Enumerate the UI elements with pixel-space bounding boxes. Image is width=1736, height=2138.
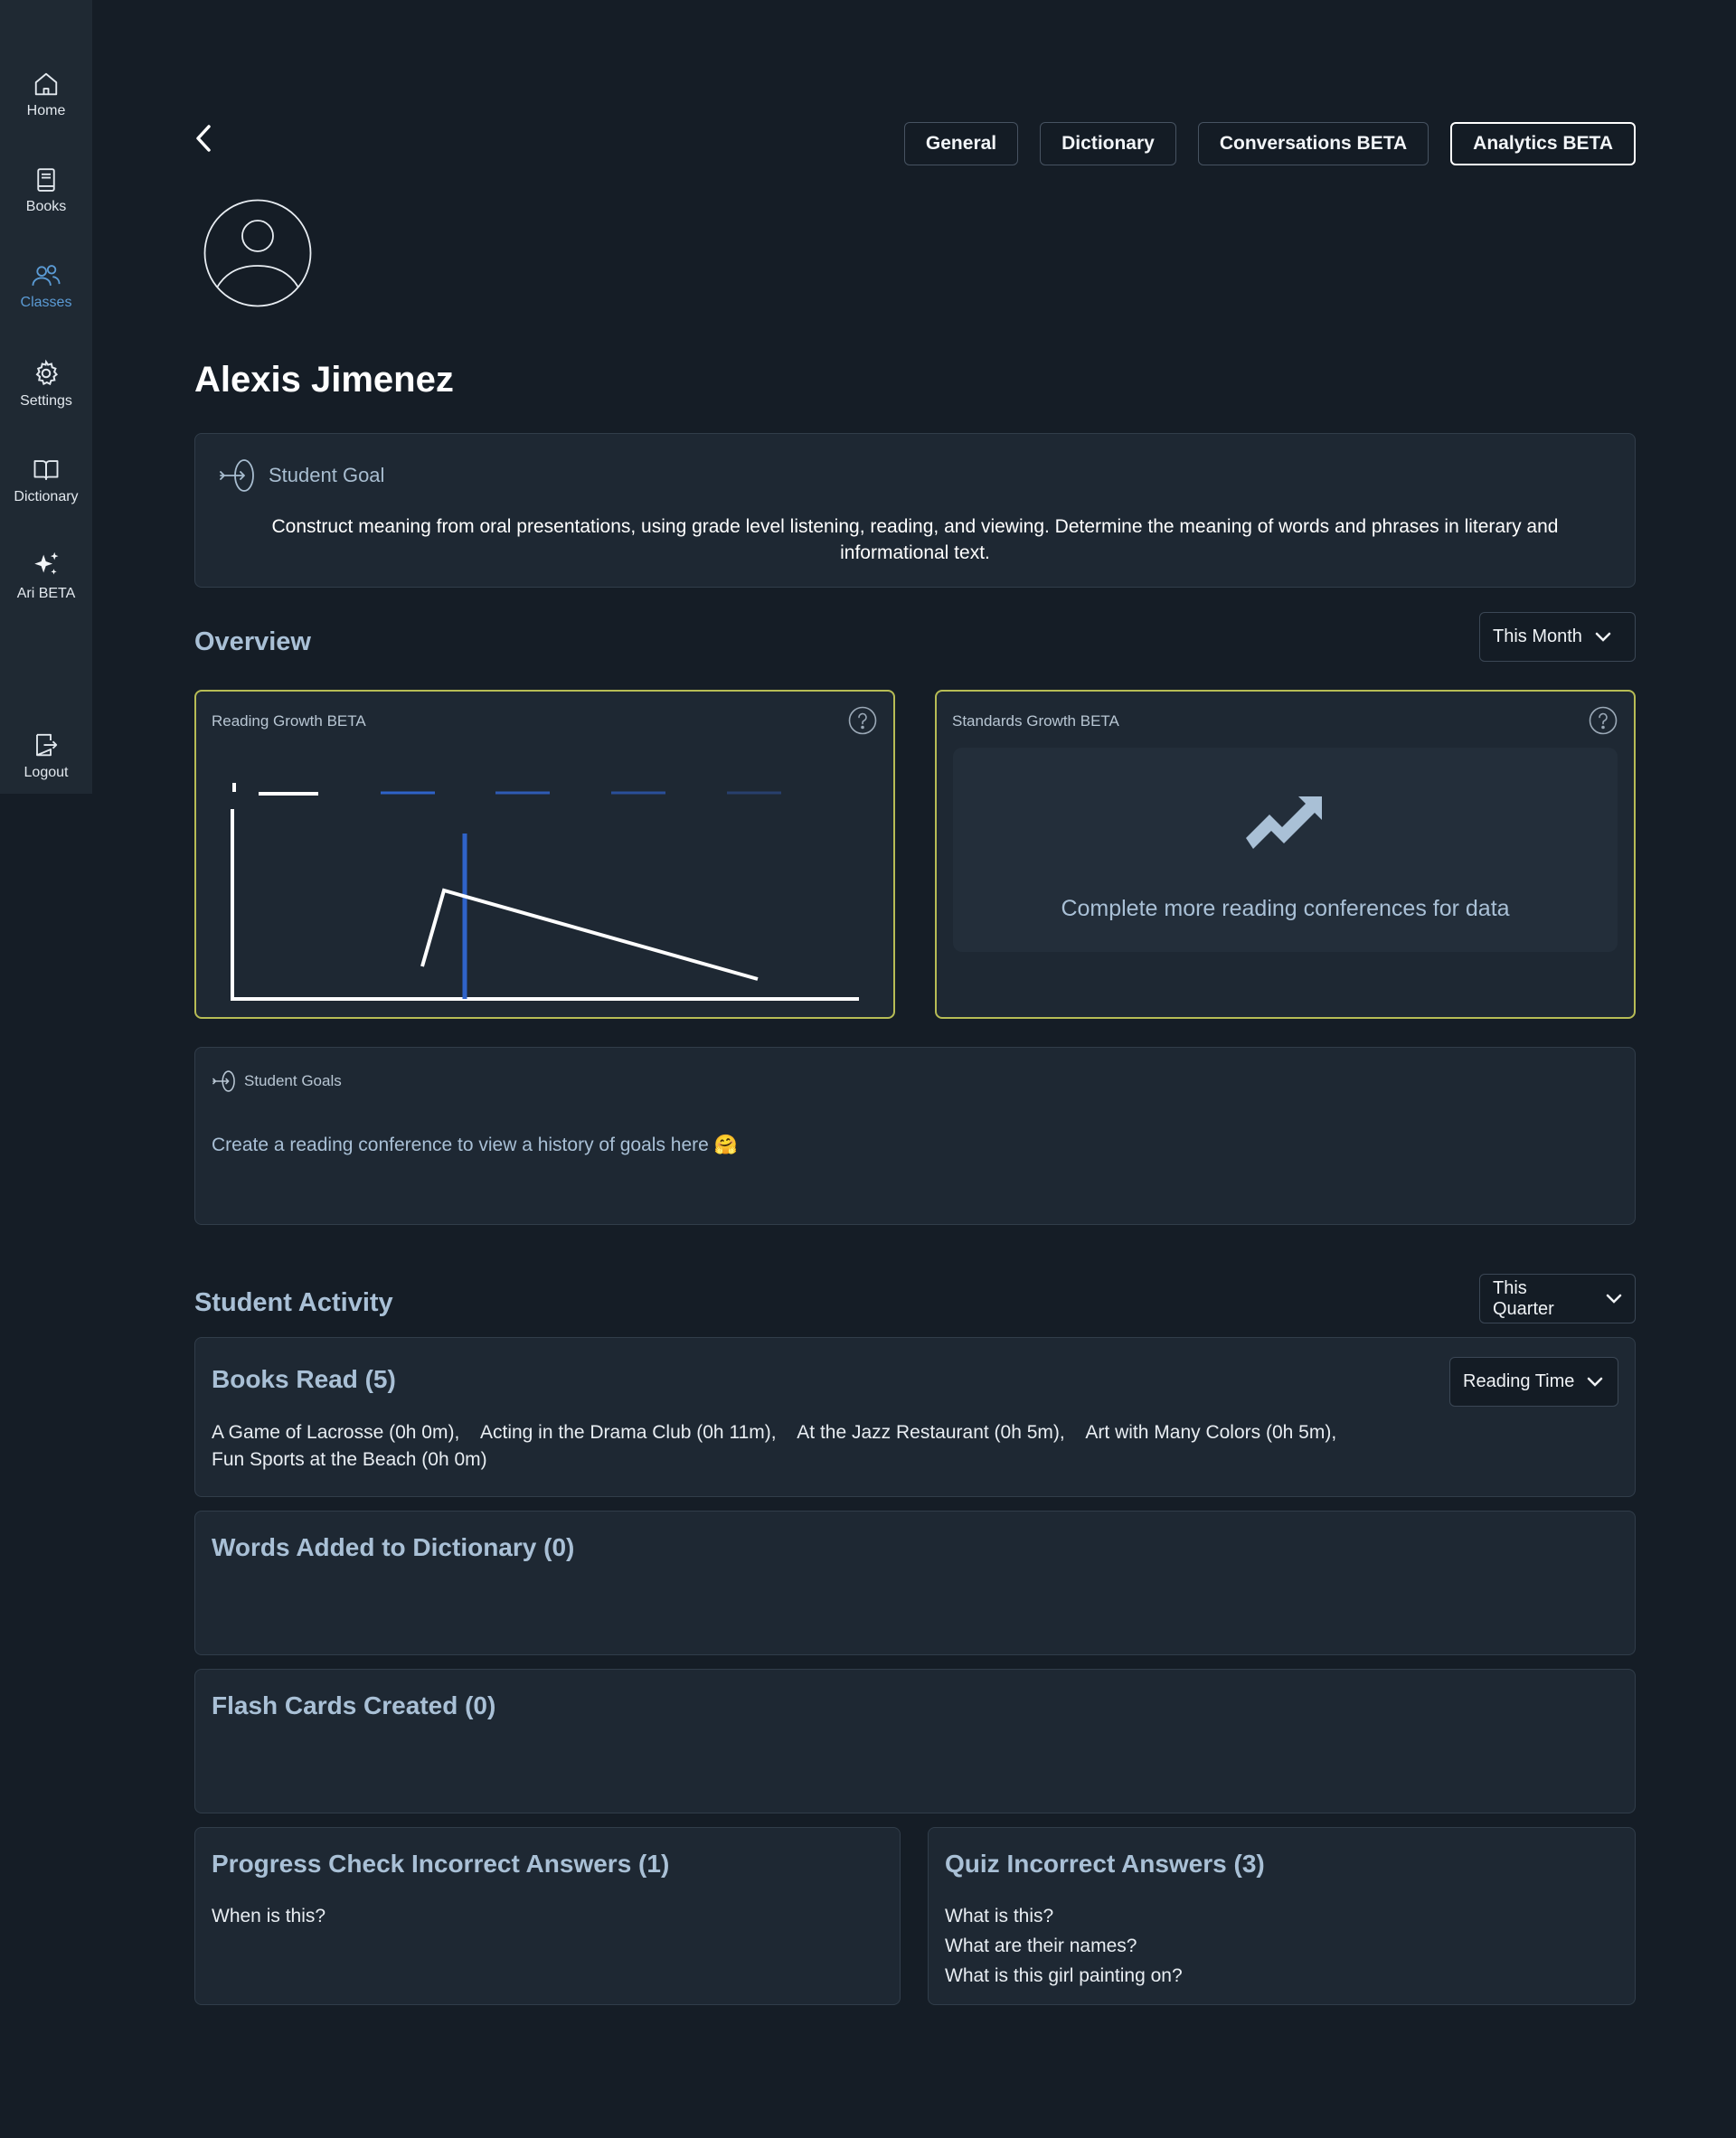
student-goal-card: Student Goal Construct meaning from oral… xyxy=(194,433,1636,588)
books-list: A Game of Lacrosse (0h 0m), Acting in th… xyxy=(212,1419,1387,1474)
quiz-incorrect-title: Quiz Incorrect Answers (3) xyxy=(945,1850,1265,1878)
sparkle-icon xyxy=(34,551,59,575)
sidebar-item-label: Logout xyxy=(24,765,69,780)
progress-check-answers: When is this? xyxy=(212,1901,326,1931)
tab-dictionary[interactable]: Dictionary xyxy=(1040,122,1176,165)
back-button[interactable] xyxy=(194,123,212,154)
sidebar-item-dictionary[interactable]: Dictionary xyxy=(0,457,92,505)
student-goal-header: Student Goal xyxy=(218,457,384,494)
legend-marker xyxy=(232,783,236,792)
books-sort-value: Reading Time xyxy=(1463,1371,1575,1391)
words-added-title: Words Added to Dictionary (0) xyxy=(212,1533,575,1561)
avatar xyxy=(203,199,312,307)
sidebar-item-books[interactable]: Books xyxy=(0,166,92,215)
activity-period-value: This Quarter xyxy=(1493,1277,1554,1319)
book-item[interactable]: A Game of Lacrosse (0h 0m), xyxy=(212,1422,459,1443)
reading-growth-card: Reading Growth BETA xyxy=(194,690,895,1019)
home-icon xyxy=(34,72,58,96)
student-goals-message: Create a reading conference to view a hi… xyxy=(212,1135,738,1155)
tab-conversations[interactable]: Conversations BETA xyxy=(1197,122,1429,165)
growth-line xyxy=(420,888,759,981)
chevron-down-icon xyxy=(1606,1294,1622,1304)
standards-empty-panel: Complete more reading conferences for da… xyxy=(953,748,1618,952)
progress-check-card: Progress Check Incorrect Answers (1) Whe… xyxy=(194,1827,901,2005)
target-arrow-icon xyxy=(212,1070,235,1092)
chevron-down-icon xyxy=(1588,1377,1603,1387)
list-item: What is this? xyxy=(945,1906,1054,1926)
overview-title: Overview xyxy=(194,627,311,656)
student-goal-text: Construct meaning from oral presentation… xyxy=(271,516,1559,563)
quiz-incorrect-card: Quiz Incorrect Answers (3) What is this?… xyxy=(928,1827,1636,2005)
sidebar-item-home[interactable]: Home xyxy=(0,71,92,119)
chevron-down-icon xyxy=(1595,632,1611,642)
sidebar-item-ari[interactable]: Ari BETA xyxy=(0,550,92,602)
logout-icon xyxy=(36,733,58,757)
sidebar-item-label: Dictionary xyxy=(14,489,79,504)
student-goals-card: Student Goals Create a reading conferenc… xyxy=(194,1047,1636,1225)
standards-growth-card: Standards Growth BETA Complete more read… xyxy=(935,690,1636,1019)
sidebar-item-label: Classes xyxy=(20,295,72,310)
list-item: What are their names? xyxy=(945,1936,1137,1956)
standards-growth-title: Standards Growth BETA xyxy=(952,712,1119,730)
sidebar: Home Books Classes Settings Dictionary A… xyxy=(0,0,92,794)
users-icon xyxy=(32,265,61,287)
student-goals-label: Student Goals xyxy=(244,1072,342,1089)
student-name: Alexis Jimenez xyxy=(194,360,454,400)
sidebar-item-settings[interactable]: Settings xyxy=(0,359,92,410)
overview-period-value: This Month xyxy=(1493,626,1582,646)
book-icon xyxy=(37,168,55,192)
sidebar-item-logout[interactable]: Logout xyxy=(0,730,92,781)
books-read-card: Books Read (5) Reading Time A Game of La… xyxy=(194,1337,1636,1497)
help-icon[interactable] xyxy=(1589,706,1618,735)
sidebar-item-label: Home xyxy=(26,103,66,118)
sidebar-item-label: Ari BETA xyxy=(16,586,76,601)
standards-empty-message: Complete more reading conferences for da… xyxy=(1061,896,1510,921)
flash-cards-title: Flash Cards Created (0) xyxy=(212,1691,496,1719)
student-goal-label: Student Goal xyxy=(269,464,385,486)
list-item: When is this? xyxy=(212,1906,326,1926)
target-arrow-icon xyxy=(220,459,254,492)
book-item[interactable]: Acting in the Drama Club (0h 11m), xyxy=(480,1422,777,1443)
student-activity-title: Student Activity xyxy=(194,1288,393,1317)
progress-check-title: Progress Check Incorrect Answers (1) xyxy=(212,1850,670,1878)
gear-icon xyxy=(35,359,59,386)
sidebar-item-label: Settings xyxy=(20,393,72,409)
open-book-icon xyxy=(33,460,59,480)
sidebar-item-classes[interactable]: Classes xyxy=(0,262,92,311)
list-item: What is this girl painting on? xyxy=(945,1965,1183,1986)
overview-period-dropdown[interactable]: This Month xyxy=(1479,612,1636,662)
book-item[interactable]: Fun Sports at the Beach (0h 0m) xyxy=(212,1449,487,1470)
quiz-incorrect-answers: What is this? What are their names? What… xyxy=(945,1901,1183,1991)
tab-analytics[interactable]: Analytics BETA xyxy=(1450,122,1636,165)
tab-bar: General Dictionary Conversations BETA An… xyxy=(903,122,1636,165)
activity-period-dropdown[interactable]: This Quarter xyxy=(1479,1274,1636,1323)
book-item[interactable]: Art with Many Colors (0h 5m), xyxy=(1085,1422,1336,1443)
books-sort-dropdown[interactable]: Reading Time xyxy=(1449,1357,1618,1407)
reading-growth-chart xyxy=(231,783,859,1001)
trending-up-icon xyxy=(1246,796,1322,849)
books-read-title: Books Read (5) xyxy=(212,1365,396,1393)
tab-general[interactable]: General xyxy=(903,122,1019,165)
sidebar-item-label: Books xyxy=(25,199,67,214)
chevron-left-icon xyxy=(196,125,211,152)
words-added-card: Words Added to Dictionary (0) xyxy=(194,1511,1636,1655)
student-goals-header: Student Goals xyxy=(212,1069,342,1093)
book-item[interactable]: At the Jazz Restaurant (0h 5m), xyxy=(797,1422,1064,1443)
flash-cards-card: Flash Cards Created (0) xyxy=(194,1669,1636,1813)
